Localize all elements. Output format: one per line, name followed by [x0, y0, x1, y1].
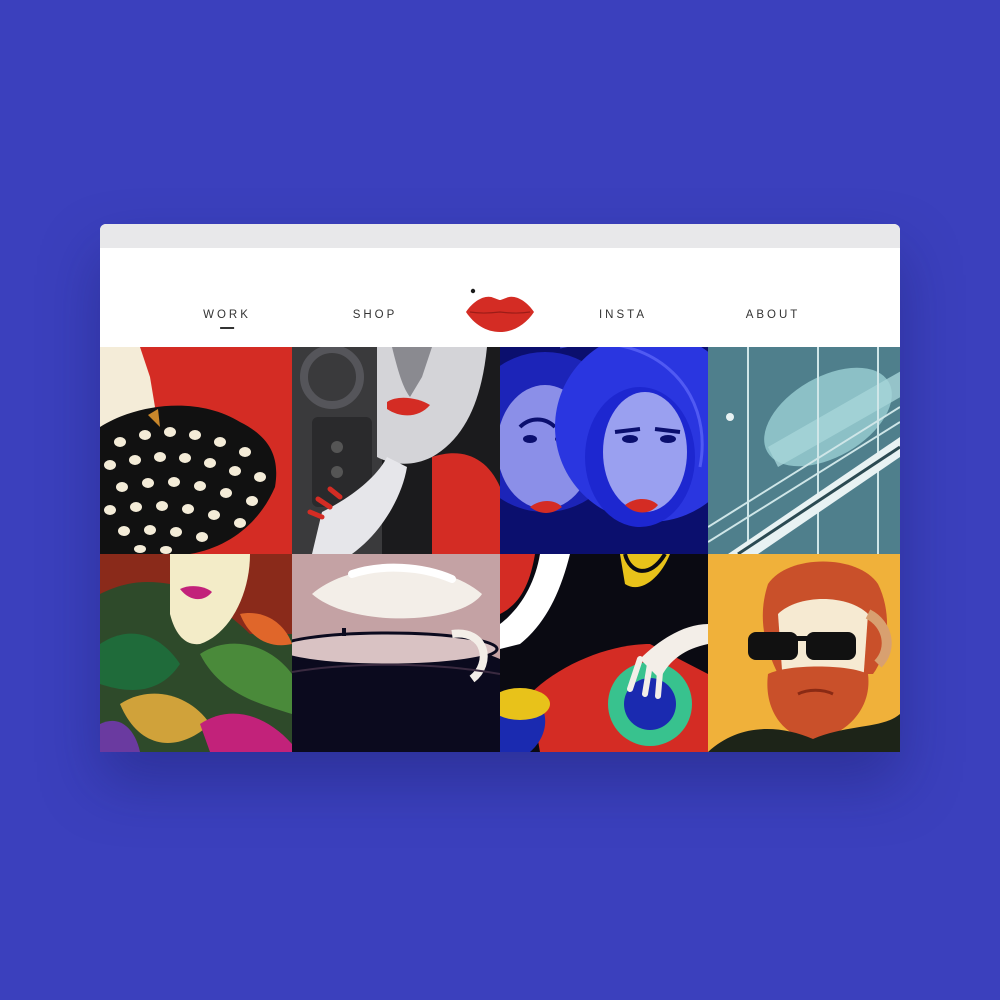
nav-shop-label: SHOP: [352, 309, 398, 321]
coffee-cup-illustration-icon: [292, 554, 500, 752]
site-header: WORK SHOP INSTA ABOUT: [100, 248, 900, 347]
tropical-leaves-portrait-icon: [100, 554, 292, 752]
polka-dot-hat-portrait-icon: [100, 347, 292, 554]
gallery-tile-astronauts[interactable]: [500, 347, 708, 554]
astronaut-women-portrait-icon: [500, 347, 708, 554]
red-lips-hand-portrait-icon: [292, 347, 500, 554]
bridge-airship-illustration-icon: [708, 347, 900, 554]
browser-window: WORK SHOP INSTA ABOUT: [100, 224, 900, 752]
gallery-tile-bridge[interactable]: [708, 347, 900, 554]
nav-about-label: ABOUT: [745, 309, 801, 321]
gallery-tile-tropical[interactable]: [100, 554, 292, 752]
nav-work-label: WORK: [203, 309, 251, 321]
nav-shop[interactable]: SHOP: [353, 309, 398, 321]
bearded-man-sunglasses-portrait-icon: [708, 554, 900, 752]
nav-work[interactable]: WORK: [203, 309, 251, 329]
nav-insta[interactable]: INSTA: [599, 309, 647, 321]
gallery-tile-coffee[interactable]: [292, 554, 500, 752]
browser-titlebar: [100, 224, 900, 248]
gallery-grid: [100, 347, 900, 752]
gallery-tile-bearded-man[interactable]: [708, 554, 900, 752]
gallery-tile-polka-hat[interactable]: [100, 347, 292, 554]
gallery-tile-red-lips[interactable]: [292, 347, 500, 554]
nav-about[interactable]: ABOUT: [746, 309, 801, 321]
nav-insta-label: INSTA: [598, 309, 648, 321]
gallery-tile-lamp[interactable]: [500, 554, 708, 752]
nav-active-indicator: [220, 327, 234, 329]
hand-on-lamp-illustration-icon: [500, 554, 708, 752]
lips-icon[interactable]: [464, 286, 536, 334]
